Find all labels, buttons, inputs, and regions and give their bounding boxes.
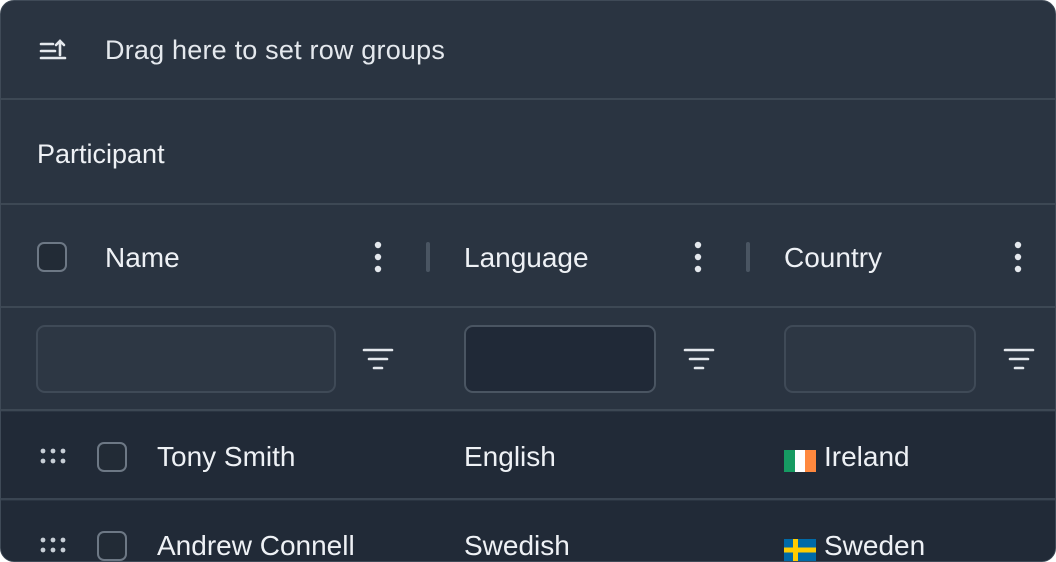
row-select-checkbox[interactable] [97,531,127,561]
data-grid: Drag here to set row groups Participant … [0,0,1056,562]
filter-icon[interactable] [683,347,715,373]
column-menu-icon[interactable] [373,240,383,274]
column-menu-icon[interactable] [1013,240,1023,274]
filter-icon[interactable] [362,347,394,373]
country-filter-input[interactable] [784,325,976,393]
header-group-participant: Participant [37,139,165,169]
column-header-language[interactable]: Language [464,242,589,274]
filter-row [1,309,1055,411]
row-group-panel[interactable]: Drag here to set row groups [1,1,1055,100]
table-row[interactable]: Tony Smith English Ireland [1,412,1055,500]
cell-language[interactable]: English [464,441,556,473]
column-header-name[interactable]: Name [105,242,180,274]
row-group-placeholder: Drag here to set row groups [105,35,446,65]
select-all-checkbox[interactable] [37,242,67,272]
column-resize-handle[interactable] [746,242,750,272]
column-menu-icon[interactable] [693,240,703,274]
column-resize-handle[interactable] [426,242,430,272]
cell-country[interactable]: Ireland [824,441,910,473]
column-header-country[interactable]: Country [784,242,882,274]
ireland-flag-icon [784,450,817,472]
language-filter-input[interactable] [464,325,656,393]
sweden-flag-icon [784,539,816,561]
cell-language[interactable]: Swedish [464,530,570,561]
header-group-row: Participant [1,101,1055,205]
name-filter-input[interactable] [36,325,336,393]
drag-handle-icon[interactable] [40,448,66,466]
row-select-checkbox[interactable] [97,442,127,472]
column-header-row: Name Language Country [1,206,1055,308]
row-group-icon [39,39,67,60]
drag-handle-icon[interactable] [40,537,66,555]
filter-icon[interactable] [1003,347,1035,373]
table-row[interactable]: Andrew Connell Swedish Sweden [1,501,1055,561]
cell-country[interactable]: Sweden [824,530,925,561]
cell-name[interactable]: Andrew Connell [157,530,355,561]
cell-name[interactable]: Tony Smith [157,441,296,473]
